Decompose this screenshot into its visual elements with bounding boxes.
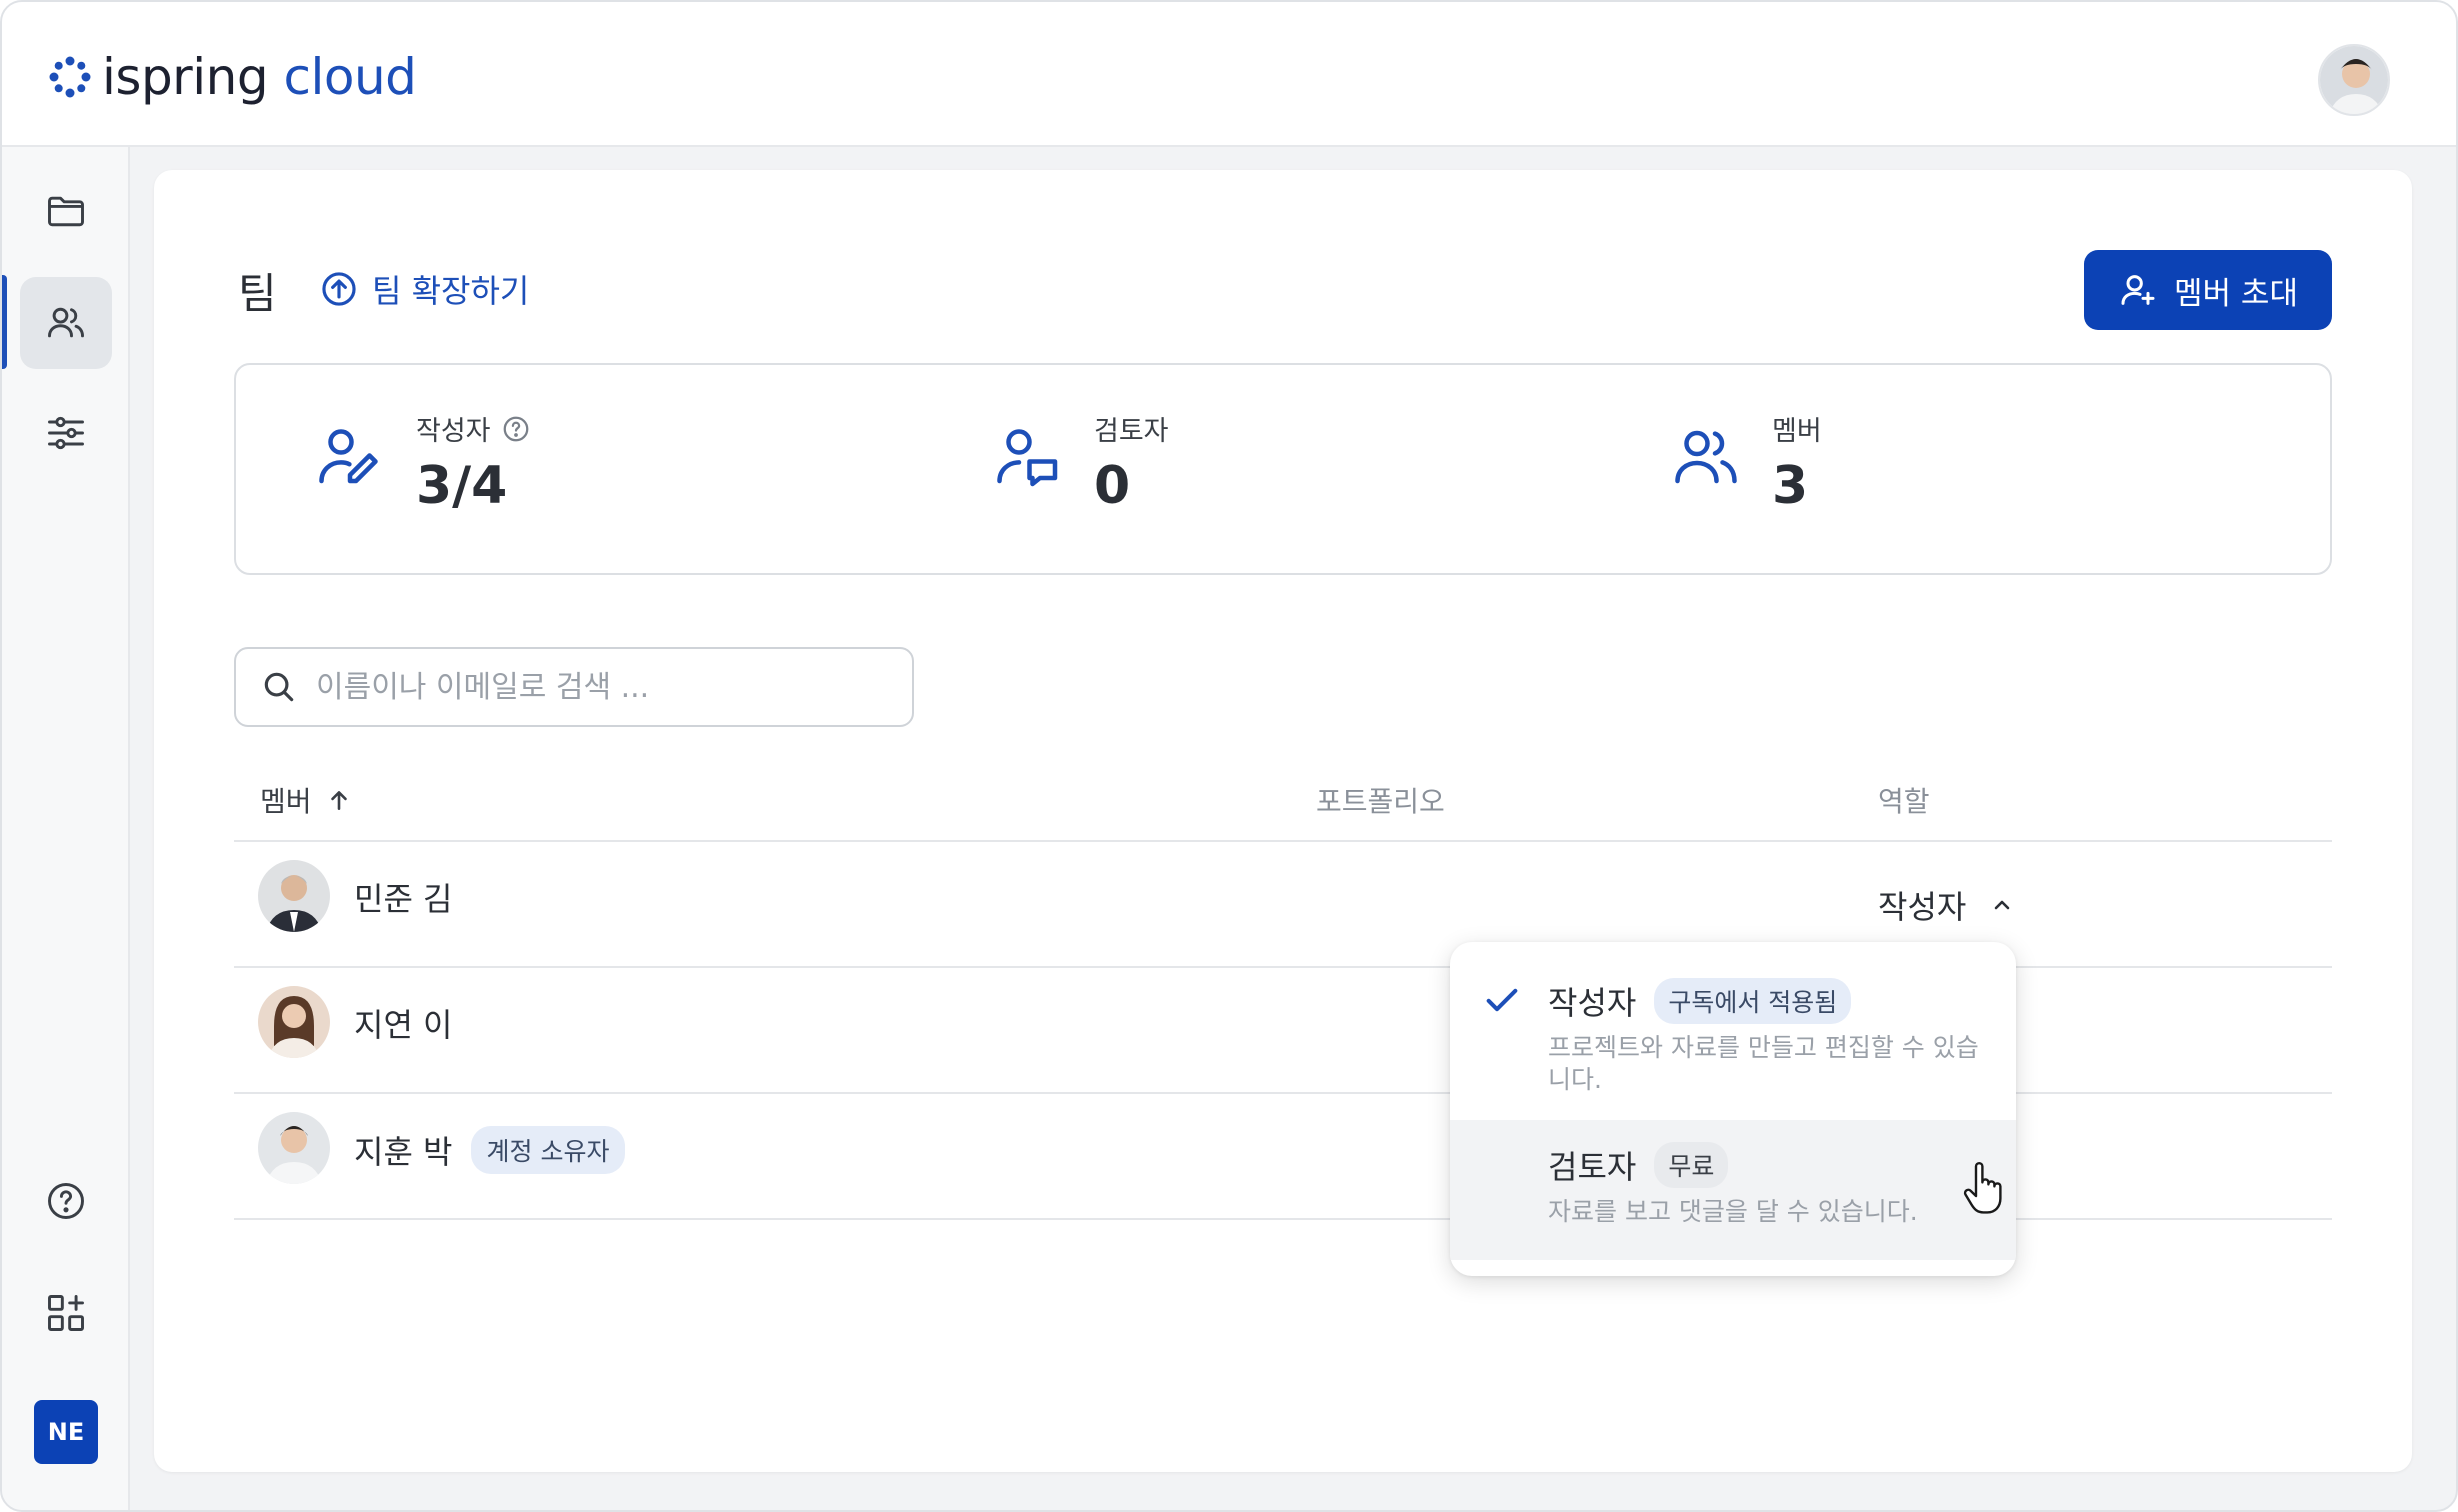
role-option-author-head: 작성자 구독에서 적용됨 bbox=[1548, 978, 1852, 1024]
help-icon[interactable] bbox=[501, 414, 531, 444]
role-option-reviewer-head: 검토자 무료 bbox=[1548, 1142, 1729, 1188]
column-header-member[interactable]: 멤버 bbox=[260, 780, 352, 820]
row-divider bbox=[234, 840, 2332, 842]
subscription-badge: 구독에서 적용됨 bbox=[1654, 978, 1852, 1024]
role-option-author-desc: 프로젝트와 자료를 만들고 편집할 수 있습니다. bbox=[1548, 1033, 1979, 1094]
table-row[interactable]: 민준 김 bbox=[258, 860, 453, 932]
stat-members: 멤버 3 bbox=[1670, 409, 1822, 516]
sort-arrow-up-icon bbox=[330, 791, 347, 810]
app-window: ispring cloud NE 팀 팀 확장하기 멤버 초대 작성자 3/4 … bbox=[0, 0, 2458, 1512]
row-divider bbox=[234, 966, 2332, 968]
expand-team-link[interactable]: 팀 확장하기 bbox=[320, 266, 529, 312]
logo-star-icon bbox=[49, 56, 91, 98]
search-icon bbox=[264, 672, 294, 702]
search-input[interactable] bbox=[316, 669, 876, 705]
column-header-portfolio[interactable]: 포트폴리오 bbox=[1316, 780, 1445, 820]
chevron-up-icon bbox=[1995, 900, 2010, 910]
role-dropdown-menu: 작성자 구독에서 적용됨 프로젝트와 자료를 만들고 편집할 수 있습니다. 검… bbox=[1450, 942, 2016, 1276]
free-badge: 무료 bbox=[1654, 1142, 1729, 1188]
avatar-photo bbox=[2320, 46, 2388, 114]
logo-text: ispring cloud bbox=[102, 48, 417, 106]
author-icon bbox=[319, 429, 378, 484]
reviewer-icon bbox=[997, 429, 1058, 487]
sidebar: NE bbox=[2, 147, 130, 1510]
column-header-role[interactable]: 역할 bbox=[1878, 780, 1930, 820]
invite-member-label: 멤버 초대 bbox=[2174, 275, 2298, 312]
member-name: 민준 김 bbox=[354, 880, 453, 918]
user-avatar[interactable] bbox=[2318, 44, 2390, 116]
help-icon bbox=[48, 1183, 84, 1219]
role-select[interactable]: 작성자 bbox=[1878, 882, 2014, 928]
account-owner-badge: 계정 소유자 bbox=[470, 1126, 626, 1174]
check-icon bbox=[1486, 988, 1518, 1012]
sidebar-item-team[interactable] bbox=[20, 277, 112, 369]
stat-authors-label: 작성자 bbox=[416, 409, 531, 448]
stat-reviewers-label: 검토자 bbox=[1094, 416, 1169, 447]
page-title: 팀 bbox=[238, 269, 277, 318]
stat-authors: 작성자 3/4 bbox=[314, 409, 531, 516]
stat-members-label: 멤버 bbox=[1772, 416, 1822, 447]
top-bar: ispring cloud bbox=[2, 2, 2456, 147]
seat-stats-panel: 작성자 3/4 검토자 0 멤버 3 bbox=[234, 363, 2332, 575]
role-select-value: 작성자 bbox=[1878, 888, 1967, 926]
team-card: 팀 팀 확장하기 멤버 초대 작성자 3/4 검토자 0 멤버 3 이름이나 이… bbox=[154, 170, 2412, 1472]
folder-icon bbox=[48, 196, 84, 227]
role-option-reviewer-desc: 자료를 보고 댓글을 달 수 있습니다. bbox=[1548, 1197, 1918, 1226]
member-name: 지연 이 bbox=[354, 1006, 453, 1044]
search-box[interactable] bbox=[234, 647, 914, 727]
expand-team-label: 팀 확장하기 bbox=[372, 272, 530, 310]
row-divider bbox=[234, 1218, 2332, 1220]
active-indicator bbox=[2, 275, 7, 369]
invite-member-button[interactable]: 멤버 초대 bbox=[2084, 250, 2332, 330]
row-divider bbox=[234, 1092, 2332, 1094]
ispring-cloud-logo[interactable]: ispring cloud bbox=[48, 46, 417, 108]
stat-authors-value: 3/4 bbox=[416, 456, 508, 516]
sidebar-item-settings[interactable] bbox=[20, 387, 112, 479]
table-row[interactable]: 지훈 박 계정 소유자 bbox=[258, 1112, 626, 1184]
member-avatar bbox=[258, 860, 330, 932]
apps-add-icon bbox=[48, 1295, 84, 1331]
stat-reviewers-value: 0 bbox=[1094, 456, 1131, 516]
hand-pointer-icon bbox=[1963, 1162, 2002, 1214]
arrow-up-circle-icon bbox=[322, 272, 356, 306]
stat-members-value: 3 bbox=[1772, 456, 1809, 516]
role-option-reviewer[interactable]: 검토자 무료 자료를 보고 댓글을 달 수 있습니다. bbox=[1450, 1120, 2016, 1260]
member-name: 지훈 박 계정 소유자 bbox=[354, 1126, 626, 1174]
user-plus-icon bbox=[2121, 275, 2155, 305]
stat-reviewers: 검토자 0 bbox=[992, 409, 1169, 516]
table-row[interactable]: 지연 이 bbox=[258, 986, 453, 1058]
members-icon bbox=[1675, 430, 1737, 484]
sidebar-item-files[interactable] bbox=[20, 165, 112, 257]
sidebar-item-help[interactable] bbox=[20, 1155, 112, 1247]
member-avatar bbox=[258, 986, 330, 1058]
role-option-author[interactable]: 작성자 구독에서 적용됨 프로젝트와 자료를 만들고 편집할 수 있습니다. bbox=[1450, 942, 2016, 1120]
member-avatar bbox=[258, 1112, 330, 1184]
sidebar-item-apps[interactable] bbox=[20, 1267, 112, 1359]
users-icon bbox=[48, 307, 84, 338]
user-initials-badge[interactable]: NE bbox=[34, 1400, 98, 1464]
sliders-icon bbox=[48, 416, 84, 450]
